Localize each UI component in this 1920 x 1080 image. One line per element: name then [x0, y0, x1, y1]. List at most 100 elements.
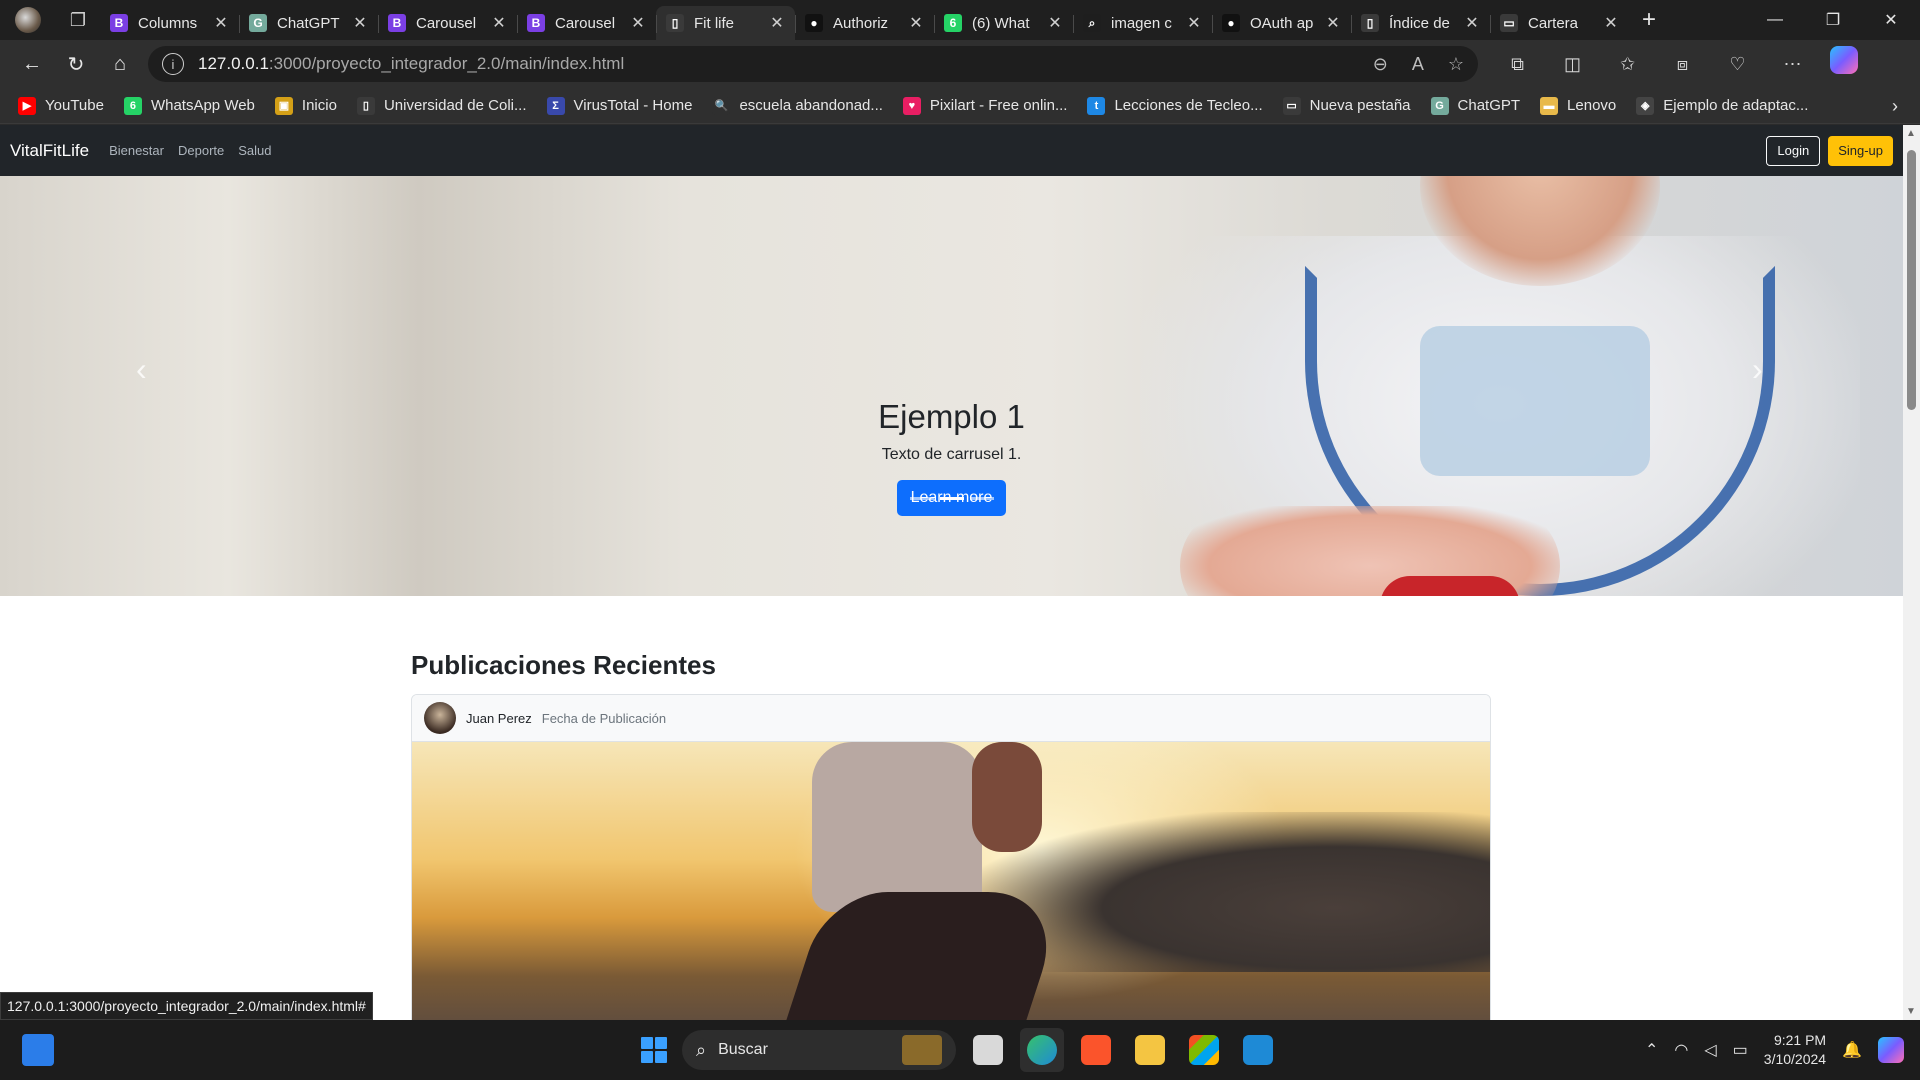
close-tab-icon[interactable]: ✕ [908, 13, 924, 33]
edge-taskbar-button[interactable] [1020, 1028, 1064, 1072]
read-aloud-icon[interactable]: A [1412, 54, 1424, 75]
close-tab-icon[interactable]: ✕ [352, 13, 368, 33]
extensions-button[interactable]: ⧉ [1490, 46, 1545, 82]
bookmark-item[interactable]: 🔍 escuela abandonad... [712, 96, 883, 115]
close-tab-icon[interactable]: ✕ [491, 13, 507, 33]
battery-icon[interactable]: ▭ [1733, 1040, 1748, 1060]
reload-button[interactable]: ↻ [54, 46, 98, 82]
split-screen-button[interactable]: ◫ [1545, 46, 1600, 82]
wifi-icon[interactable]: ◠ [1674, 1040, 1688, 1060]
browser-tab[interactable]: ● Authoriz ✕ [795, 6, 934, 40]
site-info-icon[interactable]: i [162, 53, 184, 75]
login-button[interactable]: Login [1766, 135, 1821, 166]
bookmark-item[interactable]: ▣ Inicio [274, 96, 337, 115]
bookmark-item[interactable]: G ChatGPT [1430, 96, 1520, 115]
signup-button[interactable]: Sing-up [1828, 135, 1893, 166]
page-viewport: VitalFitLife Bienestar Deporte Salud Log… [0, 125, 1920, 1020]
file-explorer-button[interactable] [1128, 1028, 1172, 1072]
page-scrollbar[interactable]: ▲ ▼ [1903, 125, 1920, 1020]
bookmark-item[interactable]: Σ VirusTotal - Home [546, 96, 692, 115]
close-tab-icon[interactable]: ✕ [1186, 13, 1202, 33]
close-window-button[interactable]: ✕ [1862, 0, 1920, 40]
widgets-icon[interactable] [22, 1034, 54, 1066]
bookmark-item[interactable]: ◈ Ejemplo de adaptac... [1636, 96, 1809, 115]
carousel-title: Ejemplo 1 [878, 398, 1025, 435]
brave-taskbar-button[interactable] [1074, 1028, 1118, 1072]
taskbar-search[interactable]: ⌕ Buscar [682, 1030, 956, 1070]
carousel-prev-icon[interactable]: ‹ [136, 351, 147, 388]
copilot-icon[interactable] [1830, 46, 1858, 74]
browser-essentials-button[interactable]: ♡ [1710, 46, 1765, 82]
bookmark-item[interactable]: ▭ Nueva pestaña [1282, 96, 1411, 115]
restore-button[interactable]: ❐ [1804, 0, 1862, 40]
brave-icon [1081, 1035, 1111, 1065]
bookmark-item[interactable]: ♥ Pixilart - Free onlin... [902, 96, 1067, 115]
bookmark-item[interactable]: t Lecciones de Tecleo... [1087, 96, 1263, 115]
taskbar-clock[interactable]: 9:21 PM 3/10/2024 [1764, 1031, 1826, 1069]
browser-tab[interactable]: ⌕ imagen c ✕ [1073, 6, 1212, 40]
new-tab-button[interactable]: + [1629, 0, 1669, 40]
home-button[interactable]: ⌂ [98, 46, 142, 82]
scrollbar-thumb[interactable] [1907, 150, 1916, 410]
carousel-indicator[interactable] [939, 497, 964, 500]
windows-start-icon[interactable] [636, 1032, 672, 1068]
close-tab-icon[interactable]: ✕ [1603, 13, 1619, 33]
carousel-next-icon[interactable]: › [1752, 351, 1763, 388]
task-view-icon [973, 1035, 1003, 1065]
site-brand[interactable]: VitalFitLife [10, 141, 89, 161]
close-tab-icon[interactable]: ✕ [213, 13, 229, 33]
task-view-button[interactable] [966, 1028, 1010, 1072]
chevron-right-icon[interactable]: › [1892, 96, 1898, 117]
carousel-indicators [0, 497, 1903, 500]
browser-tab[interactable]: 6 (6) What ✕ [934, 6, 1073, 40]
close-tab-icon[interactable]: ✕ [630, 13, 646, 33]
notification-bell-icon[interactable]: 🔔 [1842, 1040, 1862, 1060]
favorite-star-icon[interactable]: ☆ [1448, 54, 1464, 75]
chevron-up-icon[interactable]: ⌃ [1645, 1040, 1658, 1060]
profile-button[interactable] [0, 0, 56, 40]
browser-tab[interactable]: B Columns ✕ [100, 6, 239, 40]
bookmark-label: Ejemplo de adaptac... [1663, 97, 1809, 114]
tab-title: Índice de [1389, 14, 1450, 32]
close-tab-icon[interactable]: ✕ [1325, 13, 1341, 33]
vscode-taskbar-button[interactable] [1236, 1028, 1280, 1072]
bookmark-item[interactable]: ▶ YouTube [18, 96, 104, 115]
scroll-up-icon[interactable]: ▲ [1906, 128, 1916, 139]
volume-icon[interactable]: ◁ [1704, 1040, 1716, 1060]
collections-button[interactable]: ⧈ [1655, 46, 1710, 82]
back-button[interactable]: ← [10, 46, 54, 82]
minimize-button[interactable]: — [1746, 0, 1804, 40]
taskbar-search-placeholder: Buscar [718, 1041, 768, 1058]
browser-tab[interactable]: G ChatGPT ✕ [239, 6, 378, 40]
tab-title: Columns [138, 14, 198, 32]
browser-tab[interactable]: B Carousel ✕ [517, 6, 656, 40]
tab-actions-button[interactable]: ❐ [56, 0, 100, 40]
zoom-icon[interactable]: ⊖ [1373, 54, 1388, 75]
bookmark-item[interactable]: ▬ Lenovo [1540, 96, 1616, 115]
copilot-taskbar-icon[interactable] [1878, 1037, 1904, 1063]
nav-link-bienestar[interactable]: Bienestar [109, 143, 164, 158]
url-field[interactable]: i 127.0.0.1:3000/proyecto_integrador_2.0… [148, 46, 1478, 82]
bookmark-item[interactable]: 6 WhatsApp Web [123, 96, 255, 115]
close-tab-icon[interactable]: ✕ [1464, 13, 1480, 33]
favorites-button[interactable]: ✩ [1600, 46, 1655, 82]
carousel-indicator[interactable] [969, 497, 994, 500]
tab-title: Authoriz [833, 14, 889, 32]
collections-icon: ⧈ [1676, 53, 1689, 74]
scroll-down-icon[interactable]: ▼ [1906, 1006, 1916, 1017]
settings-menu-button[interactable]: ⋯ [1765, 46, 1820, 82]
close-tab-icon[interactable]: ✕ [769, 13, 785, 33]
nav-link-deporte[interactable]: Deporte [178, 143, 224, 158]
nav-link-salud[interactable]: Salud [238, 143, 271, 158]
carousel-indicator[interactable] [909, 497, 934, 500]
bookmark-item[interactable]: ▯ Universidad de Coli... [356, 96, 527, 115]
browser-tab[interactable]: ▭ Cartera ✕ [1490, 6, 1629, 40]
browser-tab[interactable]: ▯ Índice de ✕ [1351, 6, 1490, 40]
browser-tab[interactable]: ● OAuth ap ✕ [1212, 6, 1351, 40]
bookmark-label: YouTube [45, 97, 104, 114]
tab-list: B Columns ✕ G ChatGPT ✕ B Carousel ✕ B Carousel ✕ ▯ F… [100, 0, 1629, 40]
browser-tab[interactable]: ▯ Fit life ✕ [656, 6, 795, 40]
store-taskbar-button[interactable] [1182, 1028, 1226, 1072]
browser-tab[interactable]: B Carousel ✕ [378, 6, 517, 40]
close-tab-icon[interactable]: ✕ [1047, 13, 1063, 33]
